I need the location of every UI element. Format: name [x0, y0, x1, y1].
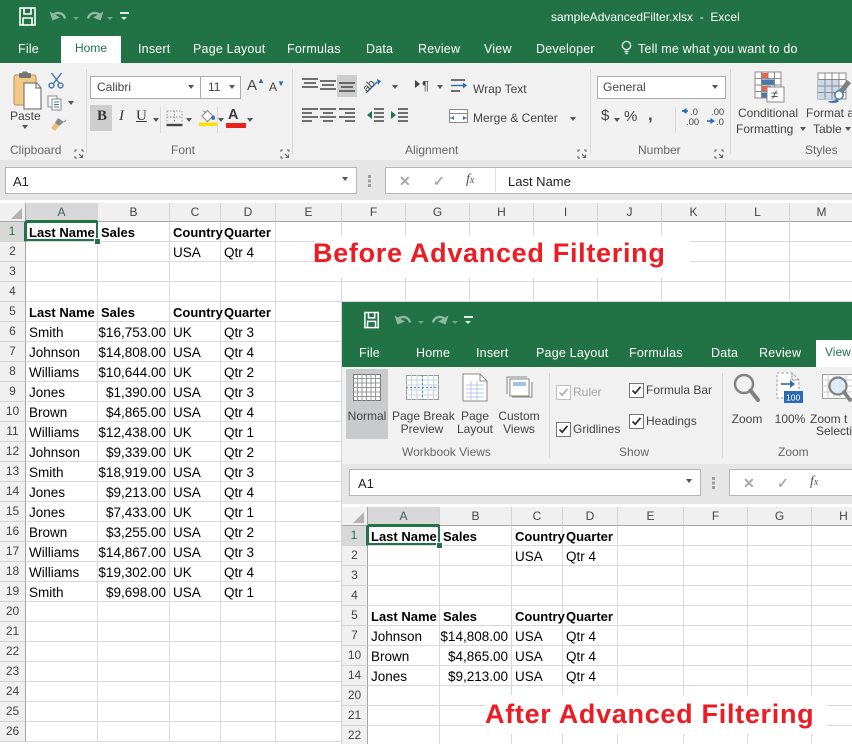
svg-text:.00: .00	[686, 117, 699, 126]
svg-text:100: 100	[786, 393, 800, 403]
svg-text:ab: ab	[364, 78, 378, 95]
svg-text:.0: .0	[716, 117, 724, 126]
svg-text:¶: ¶	[422, 78, 429, 92]
svg-text:≠: ≠	[771, 87, 778, 102]
